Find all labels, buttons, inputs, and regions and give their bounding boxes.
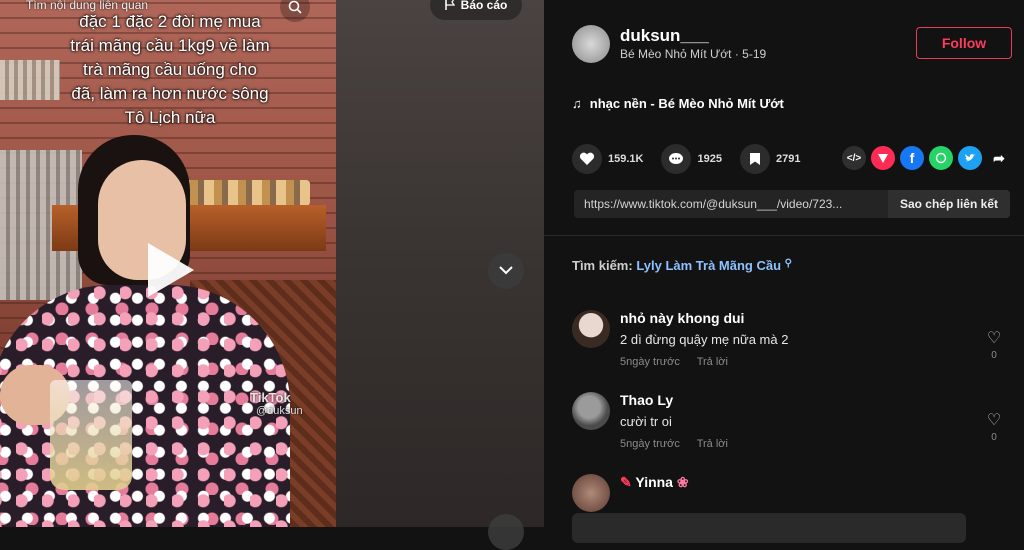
watermark-logo: TikTok bbox=[250, 390, 291, 405]
music-note-icon: ♫ bbox=[572, 96, 582, 111]
like-stat[interactable]: 159.1K bbox=[572, 144, 643, 174]
report-label: Báo cáo bbox=[460, 0, 508, 12]
comment-item: nhỏ này khong dui 2 dì đừng quậy mẹ nữa … bbox=[572, 310, 1012, 374]
comment-text: cười tr oi bbox=[620, 414, 672, 429]
report-button[interactable]: Báo cáo bbox=[430, 0, 522, 20]
music-label: nhạc nền - Bé Mèo Nhỏ Mít Ướt bbox=[589, 96, 784, 111]
next-video-button[interactable] bbox=[488, 253, 524, 289]
comment-input[interactable] bbox=[572, 513, 966, 543]
tiktok-watermark: TikTok @duksun bbox=[250, 390, 303, 417]
embed-icon[interactable]: </> bbox=[842, 146, 866, 170]
flag-icon bbox=[444, 0, 455, 13]
search-icon: ⚲ bbox=[784, 258, 792, 269]
caption-line: Tô Lịch nữa bbox=[124, 108, 216, 127]
decoration-icon: ✎ bbox=[620, 474, 632, 490]
comment-author[interactable]: Thao Ly bbox=[620, 392, 673, 408]
avatar[interactable] bbox=[572, 474, 610, 512]
bookmark-icon[interactable] bbox=[739, 144, 770, 174]
comment-meta: 5ngày trước Trả lời bbox=[620, 356, 742, 368]
video-link-field[interactable]: https://www.tiktok.com/@duksun___/video/… bbox=[574, 190, 1010, 218]
comment-stat[interactable]: 1925 bbox=[661, 144, 722, 174]
comment-time: 5ngày trước bbox=[620, 438, 680, 450]
watermark-handle: @duksun bbox=[256, 405, 303, 417]
comment-author[interactable]: nhỏ này khong dui bbox=[620, 310, 744, 326]
video-url[interactable]: https://www.tiktok.com/@duksun___/video/… bbox=[574, 197, 888, 211]
comment-time: 5ngày trước bbox=[620, 356, 680, 368]
reply-button[interactable]: Trả lời bbox=[697, 438, 728, 450]
comment-text: 2 dì đừng quậy mẹ nữa mà 2 bbox=[620, 332, 789, 347]
copy-link-button[interactable]: Sao chép liên kết bbox=[887, 190, 1010, 218]
share-buttons: </> f ➦ bbox=[842, 146, 1011, 170]
shelf-figurines bbox=[180, 180, 310, 206]
comment-item: Thao Ly cười tr oi 5ngày trước Trả lời ♡… bbox=[572, 392, 1012, 456]
flower-icon: ❀ bbox=[676, 474, 689, 490]
caption-line: đặc 1 đặc 2 đòi mẹ mua bbox=[79, 12, 261, 31]
avatar[interactable] bbox=[572, 392, 610, 430]
heart-icon[interactable] bbox=[572, 144, 602, 174]
like-count: 159.1K bbox=[608, 153, 644, 165]
chevron-down-icon bbox=[498, 262, 514, 280]
heart-outline-icon[interactable]: ♡ bbox=[984, 328, 1004, 348]
music-link[interactable]: ♫ nhạc nền - Bé Mèo Nhỏ Mít Ướt bbox=[572, 96, 784, 111]
forward-icon[interactable]: ➦ bbox=[987, 146, 1011, 170]
author-subline: Bé Mèo Nhỏ Mít Ướt · 5-19 bbox=[620, 47, 767, 61]
previous-video-button[interactable] bbox=[488, 514, 524, 550]
search-term[interactable]: Lyly Làm Trà Mãng Cầu bbox=[636, 258, 781, 273]
video-details-panel: duksun___ Bé Mèo Nhỏ Mít Ướt · 5-19 Foll… bbox=[544, 0, 1024, 543]
save-stat[interactable]: 2791 bbox=[739, 144, 801, 174]
follow-button[interactable]: Follow bbox=[916, 27, 1012, 59]
engagement-stats: 159.1K 1925 2791 bbox=[572, 144, 818, 174]
comment-like-count: 0 bbox=[991, 350, 997, 361]
avatar[interactable] bbox=[572, 25, 610, 63]
comment-icon[interactable] bbox=[661, 144, 692, 174]
comment-count: 1925 bbox=[697, 153, 722, 165]
search-prefix: Tìm kiếm: bbox=[572, 258, 633, 273]
divider bbox=[544, 235, 1024, 236]
avatar[interactable] bbox=[572, 310, 610, 348]
share-to-icon[interactable] bbox=[871, 146, 895, 170]
caption-line: trà mãng cầu uống cho bbox=[83, 60, 257, 79]
video-backdrop: Báo cáo bbox=[336, 0, 544, 550]
comment-like-count: 0 bbox=[991, 432, 997, 443]
comment-meta: 5ngày trước Trả lời bbox=[620, 438, 742, 450]
username[interactable]: duksun___ bbox=[620, 26, 709, 46]
drink-cup bbox=[50, 380, 132, 490]
heart-outline-icon[interactable]: ♡ bbox=[984, 410, 1004, 430]
caption-line: trái mãng cầu 1kg9 về làm bbox=[70, 36, 270, 55]
play-icon[interactable] bbox=[148, 243, 194, 297]
facebook-icon[interactable]: f bbox=[900, 146, 924, 170]
caption-line: đã, làm ra hơn nước sông bbox=[71, 84, 269, 103]
comment-item: ✎ Yinna ❀ bbox=[572, 474, 1012, 512]
twitter-icon[interactable] bbox=[958, 146, 982, 170]
search-suggestion[interactable]: Tìm kiếm: Lyly Làm Trà Mãng Cầu ⚲ bbox=[572, 258, 792, 273]
whatsapp-icon[interactable] bbox=[929, 146, 953, 170]
comment-author-name: Yinna bbox=[635, 474, 673, 490]
reply-button[interactable]: Trả lời bbox=[697, 356, 728, 368]
video-player[interactable]: Tìm nội dung liên quan đặc 1 đặc 2 đòi m… bbox=[0, 0, 336, 527]
save-count: 2791 bbox=[775, 153, 801, 165]
video-caption: đặc 1 đặc 2 đòi mẹ mua trái mãng cầu 1kg… bbox=[40, 10, 300, 130]
comment-author[interactable]: ✎ Yinna ❀ bbox=[620, 474, 689, 491]
